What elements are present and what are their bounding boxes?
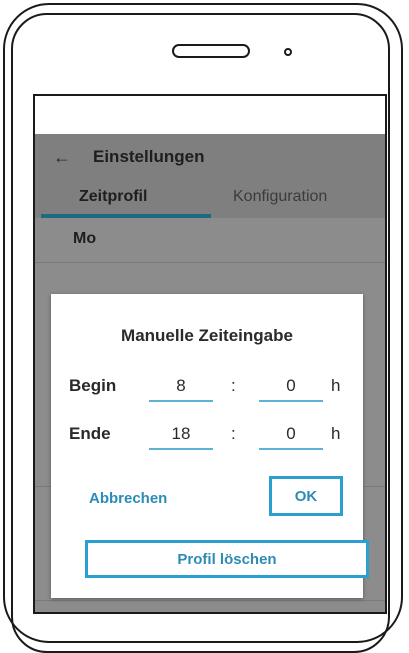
list-item-mo[interactable]: Mo <box>35 218 385 263</box>
end-hours-input[interactable] <box>149 420 213 450</box>
end-minutes-input[interactable] <box>259 420 323 450</box>
status-bar <box>35 96 385 134</box>
phone-camera <box>284 48 292 56</box>
ok-button[interactable]: OK <box>269 476 343 516</box>
tab-konfiguration[interactable]: Konfiguration <box>233 188 327 206</box>
unit-label: h <box>331 424 341 443</box>
tab-zeitprofil[interactable]: Zeitprofil <box>79 188 147 206</box>
arrow-left-icon[interactable]: ← <box>53 147 71 168</box>
begin-minutes-input[interactable] <box>259 372 323 402</box>
begin-row: Begin : h <box>69 372 359 402</box>
time-entry-dialog: Manuelle Zeiteingabe Begin : h Ende : h … <box>51 294 369 598</box>
list-item-label: Mo <box>73 230 97 247</box>
end-label: Ende <box>69 424 111 443</box>
page-title: Einstellungen <box>93 147 205 166</box>
cancel-button[interactable]: Abbrechen <box>89 490 167 507</box>
tab-bar: Zeitprofil Konfiguration <box>35 180 385 218</box>
phone-screen: ← Einstellungen Zeitprofil Konfiguration… <box>33 94 387 614</box>
app-container: ← Einstellungen Zeitprofil Konfiguration… <box>35 134 385 612</box>
toolbar: ← Einstellungen <box>35 134 385 180</box>
begin-label: Begin <box>69 376 117 395</box>
unit-label: h <box>331 376 341 395</box>
dialog-title: Manuelle Zeiteingabe <box>121 326 293 345</box>
phone-speaker <box>172 44 250 58</box>
delete-profile-button[interactable]: Profil löschen <box>85 540 369 578</box>
time-separator: : <box>231 424 236 443</box>
time-separator: : <box>231 376 236 395</box>
begin-hours-input[interactable] <box>149 372 213 402</box>
end-row: Ende : h <box>69 420 359 450</box>
